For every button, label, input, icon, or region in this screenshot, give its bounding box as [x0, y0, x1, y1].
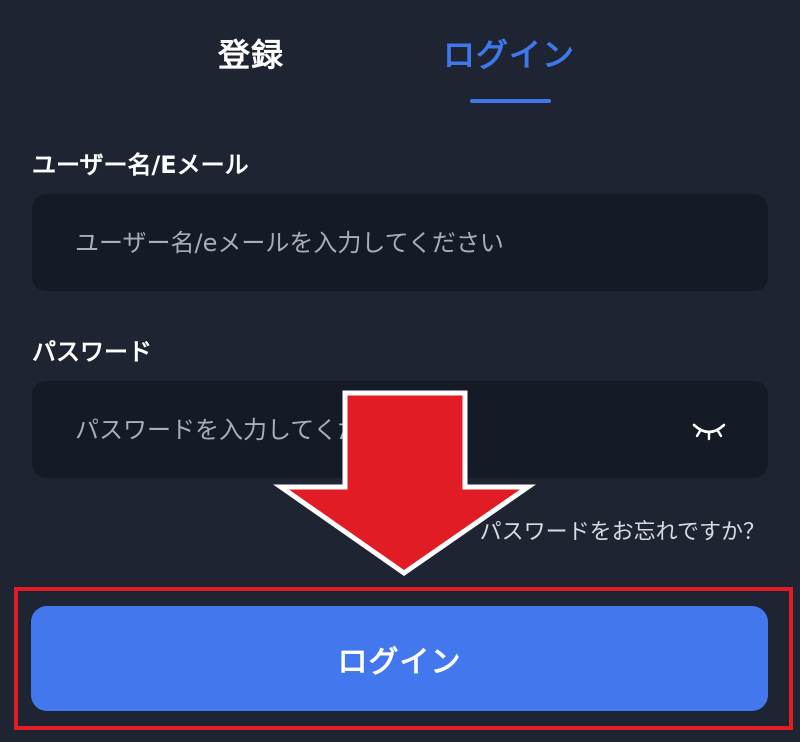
password-label: パスワード: [32, 338, 152, 366]
active-tab-indicator: [470, 99, 551, 103]
forgot-password-link[interactable]: パスワードをお忘れですか？: [480, 514, 765, 546]
tab-register[interactable]: 登録: [218, 30, 284, 80]
username-label: ユーザー名/Eメール: [32, 151, 249, 179]
login-page: 登録 ログイン ユーザー名/Eメール パスワード パスワードをお忘れですか？ ロ…: [0, 0, 800, 742]
eye-closed-icon[interactable]: [692, 419, 726, 441]
login-button[interactable]: ログイン: [31, 606, 768, 711]
password-field-container: [32, 381, 768, 478]
password-input[interactable]: [32, 381, 768, 478]
username-input[interactable]: [32, 194, 768, 291]
tab-login[interactable]: ログイン: [443, 30, 575, 80]
username-field-container: [32, 194, 768, 291]
